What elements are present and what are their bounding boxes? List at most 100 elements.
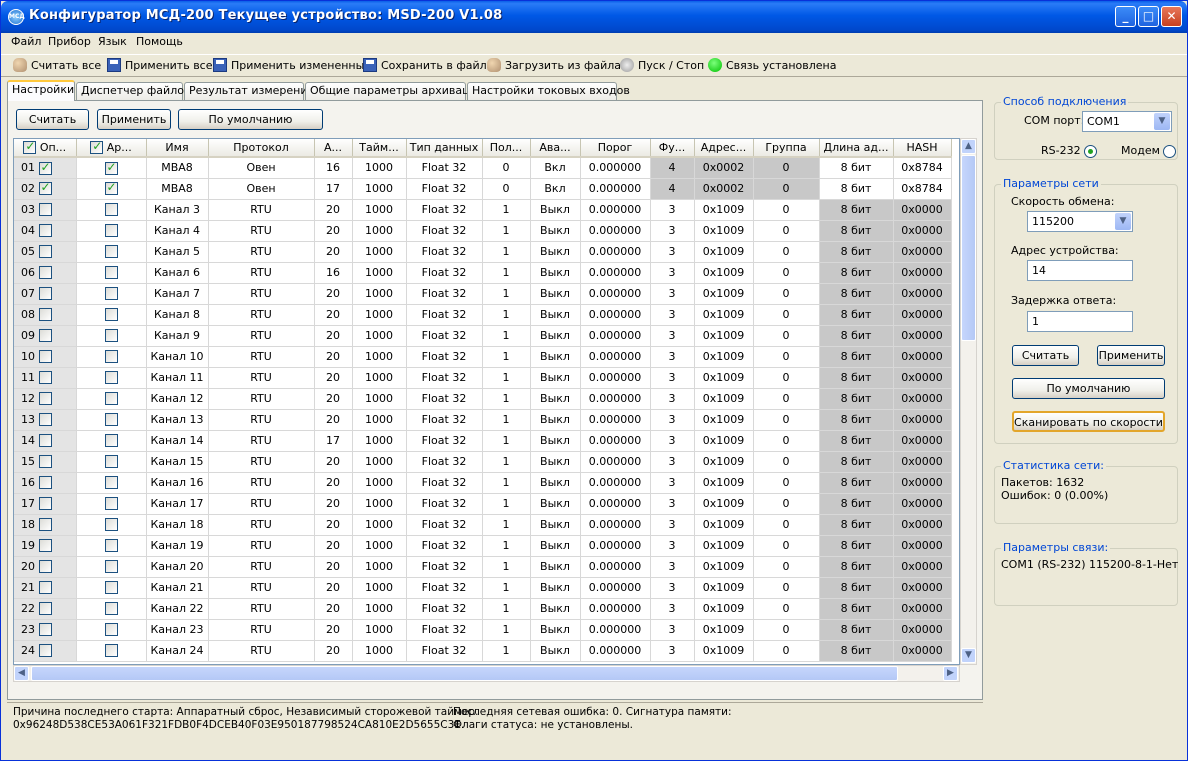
cell-archive[interactable] [76,346,147,368]
cell-group[interactable]: 0 [753,430,820,452]
enabled-checkbox[interactable] [38,539,52,553]
menu-device[interactable]: Прибор [44,35,95,49]
archive-checkbox[interactable] [104,623,118,637]
archive-checkbox[interactable] [104,308,118,322]
cell-function[interactable]: 3 [650,598,695,620]
cell-name[interactable]: Канал 17 [146,493,209,515]
archive-checkbox[interactable] [104,350,118,364]
cell-row-enabled[interactable]: 06 [14,262,77,284]
cell-function[interactable]: 3 [650,514,695,536]
cell-row-enabled[interactable]: 19 [14,535,77,557]
cell-register[interactable]: 0x1009 [694,598,754,620]
table-row[interactable]: 05 Канал 5 RTU 20 1000 Float 32 1 Выкл 0.000000… [14,241,952,263]
cell-group[interactable]: 0 [753,514,820,536]
cell-name[interactable]: Канал 14 [146,430,209,452]
archive-checkbox[interactable] [104,455,118,469]
cell-address[interactable]: 17 [314,178,353,200]
archive-checkbox[interactable] [104,180,118,196]
cell-hash[interactable]: 0x0000 [893,493,952,515]
cell-register[interactable]: 0x1009 [694,325,754,347]
enabled-checkbox[interactable] [38,329,52,343]
cell-alarm[interactable]: Выкл [530,640,581,662]
table-row[interactable]: 19 Канал 19 RTU 20 1000 Float 32 1 Выкл 0.00000… [14,535,952,557]
cell-addr-length[interactable]: 8 бит [819,451,894,473]
cell-addr-length[interactable]: 8 бит [819,178,894,200]
cell-hash[interactable]: 0x0000 [893,598,952,620]
cell-threshold[interactable]: 0.000000 [580,304,651,326]
enabled-checkbox[interactable] [38,497,52,511]
cell-data-type[interactable]: Float 32 [406,283,483,305]
cell-register[interactable]: 0x1009 [694,556,754,578]
cell-archive[interactable] [76,640,147,662]
cell-protocol[interactable]: RTU [208,346,315,368]
cell-threshold[interactable]: 0.000000 [580,199,651,221]
cell-group[interactable]: 0 [753,493,820,515]
cell-row-enabled[interactable]: 22 [14,598,77,620]
cell-timeout[interactable]: 1000 [352,430,407,452]
start-stop-button[interactable]: Пуск / Стоп [620,57,704,75]
cell-alarm[interactable]: Выкл [530,577,581,599]
cell-address[interactable]: 20 [314,514,353,536]
cell-function[interactable]: 4 [650,157,695,179]
cell-name[interactable]: Канал 3 [146,199,209,221]
cell-archive[interactable] [76,556,147,578]
cell-function[interactable]: 4 [650,178,695,200]
cell-group[interactable]: 0 [753,388,820,410]
table-row[interactable]: 23 Канал 23 RTU 20 1000 Float 32 1 Выкл 0.00000… [14,619,952,641]
cell-timeout[interactable]: 1000 [352,325,407,347]
cell-address[interactable]: 20 [314,556,353,578]
cell-row-enabled[interactable]: 02 [14,178,77,200]
cell-threshold[interactable]: 0.000000 [580,409,651,431]
cell-data-type[interactable]: Float 32 [406,556,483,578]
cell-position[interactable]: 1 [482,577,531,599]
enabled-checkbox[interactable] [38,560,52,574]
cell-archive[interactable] [76,304,147,326]
cell-group[interactable]: 0 [753,535,820,557]
enabled-checkbox[interactable] [38,160,52,175]
cell-threshold[interactable]: 0.000000 [580,157,651,179]
archive-checkbox[interactable] [104,518,118,532]
col-header-timeout[interactable]: Тайм... [352,139,407,158]
cell-name[interactable]: Канал 24 [146,640,209,662]
cell-position[interactable]: 1 [482,640,531,662]
cell-address[interactable]: 20 [314,472,353,494]
apply-changed-button[interactable]: Применить измененные [213,57,371,75]
cell-protocol[interactable]: Овен [208,178,315,200]
enabled-checkbox[interactable] [38,581,52,595]
archive-checkbox[interactable] [104,287,118,301]
cell-row-enabled[interactable]: 16 [14,472,77,494]
archive-checkbox[interactable] [104,581,118,595]
cell-row-enabled[interactable]: 12 [14,388,77,410]
cell-data-type[interactable]: Float 32 [406,367,483,389]
vertical-scrollbar[interactable]: ▲ ▼ [960,138,977,665]
cell-alarm[interactable]: Выкл [530,220,581,242]
close-button[interactable]: ✕ [1161,6,1182,27]
cell-function[interactable]: 3 [650,346,695,368]
cell-function[interactable]: 3 [650,388,695,410]
cell-row-enabled[interactable]: 15 [14,451,77,473]
cell-addr-length[interactable]: 8 бит [819,199,894,221]
cell-name[interactable]: Канал 15 [146,451,209,473]
enabled-checkbox[interactable] [38,371,52,385]
cell-timeout[interactable]: 1000 [352,157,407,179]
table-row[interactable]: 11 Канал 11 RTU 20 1000 Float 32 1 Выкл 0.00000… [14,367,952,389]
cell-row-enabled[interactable]: 08 [14,304,77,326]
enabled-checkbox[interactable] [38,476,52,490]
cell-group[interactable]: 0 [753,241,820,263]
cell-function[interactable]: 3 [650,640,695,662]
cell-alarm[interactable]: Вкл [530,157,581,179]
cell-data-type[interactable]: Float 32 [406,199,483,221]
enabled-checkbox[interactable] [38,308,52,322]
cell-register[interactable]: 0x1009 [694,346,754,368]
cell-archive[interactable] [76,262,147,284]
cell-hash[interactable]: 0x0000 [893,514,952,536]
table-row[interactable]: 01 МВА8Овен161000Float 320Вкл0.00000040x… [14,157,952,179]
cell-name[interactable]: Канал 13 [146,409,209,431]
cell-function[interactable]: 3 [650,241,695,263]
cell-hash[interactable]: 0x0000 [893,367,952,389]
cell-addr-length[interactable]: 8 бит [819,598,894,620]
cell-timeout[interactable]: 1000 [352,451,407,473]
cell-row-enabled[interactable]: 17 [14,493,77,515]
cell-timeout[interactable]: 1000 [352,514,407,536]
cell-alarm[interactable]: Выкл [530,472,581,494]
